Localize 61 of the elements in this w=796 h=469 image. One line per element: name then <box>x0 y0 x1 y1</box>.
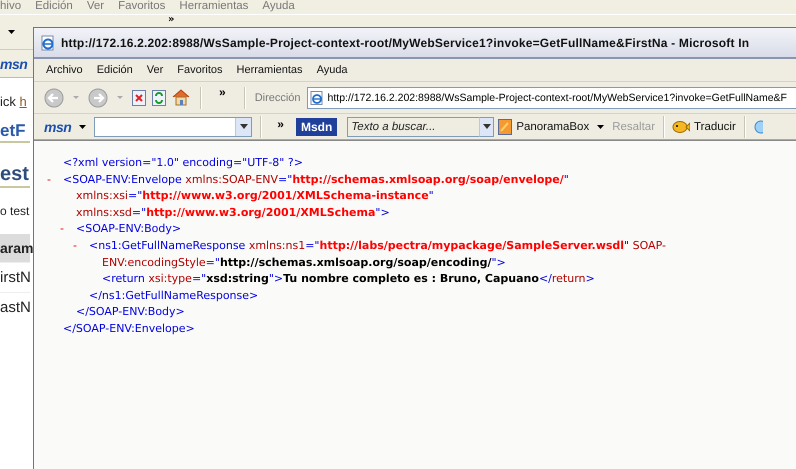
address-label: Dirección <box>254 92 301 104</box>
link[interactable]: h <box>20 94 27 109</box>
menu-item[interactable]: hivo <box>0 0 22 14</box>
menu-item[interactable]: Ayuda <box>316 64 348 76</box>
menu-item[interactable]: Herramientas <box>179 0 248 14</box>
translate-button[interactable]: Traducir <box>694 120 736 132</box>
menu-item[interactable]: Favoritos <box>118 0 166 14</box>
search-field[interactable]: Texto a buscar... <box>347 116 480 136</box>
caret-icon[interactable] <box>79 124 86 128</box>
paragraph: o test <box>0 204 30 218</box>
menu-item[interactable]: Herramientas <box>236 64 303 76</box>
xml-line: </SOAP-ENV:Body> <box>76 304 185 320</box>
toolbar-chevron[interactable]: » <box>168 15 174 25</box>
xml-line: xmlns:xsd="http://www.w3.org/2001/XMLSchema"> <box>76 204 390 221</box>
panorama-button[interactable]: PanoramaBox <box>516 120 590 132</box>
stop-icon[interactable] <box>132 90 146 106</box>
xml-line: ENV:encodingStyle="http://schemas.xmlsoap.org/soap/encoding/"> <box>102 254 506 271</box>
menu-item[interactable]: Ayuda <box>262 0 295 14</box>
xml-line: xmlns:xsi="http://www.w3.org/2001/XMLSchema-instance" <box>76 188 434 204</box>
back-icon[interactable] <box>44 88 64 108</box>
toolbar-chevron[interactable]: » <box>211 85 234 99</box>
menu-item[interactable]: Edición <box>96 64 133 76</box>
table-cell: astN <box>0 292 30 322</box>
collapse-toggle[interactable]: - <box>47 172 51 186</box>
section-heading: est <box>0 163 30 188</box>
page-icon <box>310 90 324 104</box>
xml-line: <SOAP-ENV:Body> <box>76 221 182 238</box>
page-heading: etF <box>0 121 30 143</box>
caret-icon <box>240 124 248 129</box>
xml-line: <return xsi:type="xsd:string">Tu nombre completo es : Bruno, Capuano</return> <box>102 271 595 288</box>
browser-icon <box>40 34 56 50</box>
search-combo[interactable] <box>94 116 252 136</box>
forward-icon[interactable] <box>88 88 108 108</box>
refresh-icon[interactable] <box>152 90 166 106</box>
msn-logo[interactable]: msn <box>0 56 28 72</box>
window-title: http://172.16.2.202:8988/WsSample-Project-context-root/MyWebService1?invoke=GetFullName&FirstNa - Microsoft In <box>61 36 750 50</box>
address-field[interactable]: http://172.16.2.202:8988/WsSample-Project-context-root/MyWebService1?invoke=GetFullName&F <box>306 86 796 108</box>
menu-item[interactable]: Archivo <box>46 64 83 76</box>
xml-line: <?xml version="1.0" encoding="UTF-8" ?> <box>63 155 303 171</box>
toolbar-chevron[interactable]: » <box>269 117 292 131</box>
document-icon[interactable] <box>498 118 512 134</box>
collapse-toggle[interactable]: - <box>60 222 64 236</box>
caret-icon[interactable] <box>597 124 604 128</box>
menu-item[interactable]: Favoritos <box>177 64 223 76</box>
xml-line: <ns1:GetFullNameResponse xmlns:ns1="http://labs/pectra/mypackage/SampleServer.wsdl" SOAP- <box>89 238 666 254</box>
menu-item[interactable]: Edición <box>35 0 73 14</box>
menu-item[interactable]: Ver <box>86 0 104 14</box>
msdn-button[interactable]: Msdn <box>296 118 338 136</box>
caret-icon[interactable] <box>8 30 15 34</box>
xml-line: </ns1:GetFullNameResponse> <box>89 288 258 304</box>
home-icon[interactable] <box>172 89 190 106</box>
caret-icon <box>482 124 491 129</box>
fish-icon[interactable] <box>672 120 690 134</box>
xml-line: <SOAP-ENV:Envelope xmlns:SOAP-ENV="http://schemas.xmlsoap.org/soap/envelope/" <box>63 172 569 188</box>
intro-text: ick h <box>0 94 27 109</box>
menu-item[interactable]: Ver <box>146 64 164 76</box>
collapse-toggle[interactable]: - <box>73 238 77 252</box>
table-cell: irstN <box>0 262 30 292</box>
dropdown-button[interactable] <box>479 116 494 136</box>
msn-logo[interactable]: msn <box>44 118 72 134</box>
xml-line: </SOAP-ENV:Envelope> <box>63 320 195 337</box>
